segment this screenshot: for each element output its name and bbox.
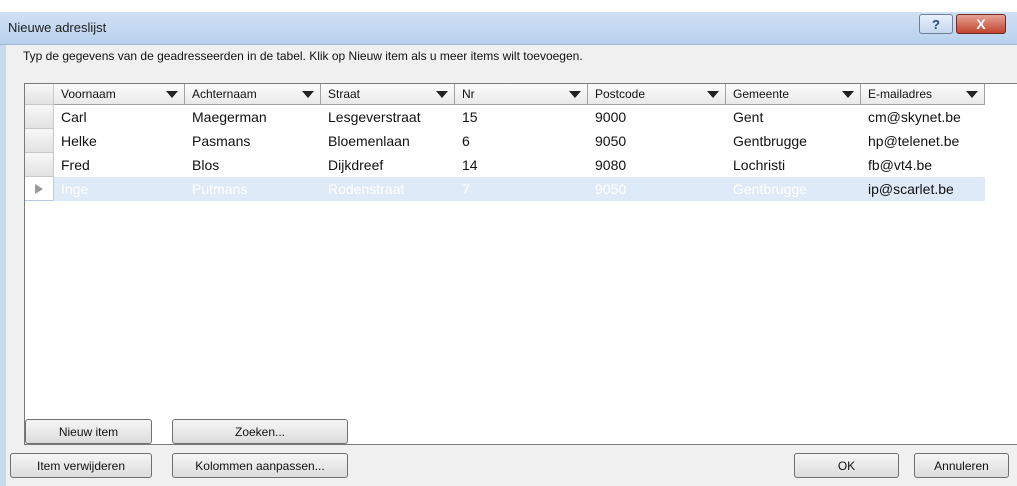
table-cell[interactable]: 9080 (588, 153, 726, 177)
delete-item-button[interactable]: Item verwijderen (10, 453, 152, 478)
find-button[interactable]: Zoeken... (172, 419, 348, 444)
column-header-voornaam[interactable]: Voornaam (54, 84, 185, 105)
table-cell[interactable]: Maegerman (185, 105, 321, 129)
window-title: Nieuwe adreslijst (8, 20, 107, 35)
customize-columns-button[interactable]: Kolommen aanpassen... (172, 453, 348, 478)
table-row[interactable]: Helke Pasmans Bloemenlaan 6 9050 Gentbru… (25, 129, 985, 153)
dropdown-arrow-icon[interactable] (436, 91, 448, 98)
table-cell[interactable]: cm@skynet.be (861, 105, 985, 129)
dialog-body: Typ de gegevens van de geadresseerden in… (0, 45, 1017, 486)
table-cell[interactable]: hp@telenet.be (861, 129, 985, 153)
current-row-icon (35, 183, 43, 194)
table-cell[interactable]: 15 (455, 105, 588, 129)
table-cell[interactable]: 9050 (588, 129, 726, 153)
table-cell[interactable]: Gentbrugge (726, 129, 861, 153)
column-header-straat[interactable]: Straat (321, 84, 455, 105)
row-selector[interactable] (25, 177, 54, 201)
table-cell[interactable]: 9000 (588, 105, 726, 129)
cancel-button[interactable]: Annuleren (914, 453, 1009, 478)
table-header: Voornaam Achternaam Straat Nr Postcode G… (25, 84, 985, 105)
title-bar: Nieuwe adreslijst ? X (0, 12, 1017, 45)
table-row-selected[interactable]: Inge Putmans Rodenstraat 7 9050 Gentbrug… (25, 177, 985, 201)
table-cell[interactable]: Putmans (185, 177, 321, 201)
row-selector[interactable] (25, 129, 54, 153)
dropdown-arrow-icon[interactable] (707, 91, 719, 98)
table-cell[interactable]: fb@vt4.be (861, 153, 985, 177)
dropdown-arrow-icon[interactable] (166, 91, 178, 98)
column-header-achternaam[interactable]: Achternaam (185, 84, 321, 105)
close-button[interactable]: X (956, 14, 1006, 34)
header-corner (25, 84, 54, 105)
table-cell[interactable]: ip@scarlet.be (861, 177, 985, 201)
row-selector[interactable] (25, 153, 54, 177)
table-row[interactable]: Carl Maegerman Lesgeverstraat 15 9000 Ge… (25, 105, 985, 129)
table-cell[interactable]: Rodenstraat (321, 177, 455, 201)
table-cell[interactable]: Blos (185, 153, 321, 177)
dropdown-arrow-icon[interactable] (966, 91, 978, 98)
dropdown-arrow-icon[interactable] (842, 91, 854, 98)
column-header-nr[interactable]: Nr (455, 84, 588, 105)
address-table[interactable]: Voornaam Achternaam Straat Nr Postcode G… (24, 83, 1017, 445)
help-icon: ? (932, 16, 940, 32)
column-header-gemeente[interactable]: Gemeente (726, 84, 861, 105)
help-button[interactable]: ? (919, 14, 953, 34)
table-cell[interactable]: 7 (455, 177, 588, 201)
table-cell[interactable]: 6 (455, 129, 588, 153)
column-header-emailadres[interactable]: E-mailadres (861, 84, 985, 105)
table-cell[interactable]: Pasmans (185, 129, 321, 153)
table-cell[interactable]: 9050 (588, 177, 726, 201)
ok-button[interactable]: OK (794, 453, 899, 478)
close-icon: X (976, 16, 986, 32)
dropdown-arrow-icon[interactable] (302, 91, 314, 98)
table-cell[interactable]: Dijkdreef (321, 153, 455, 177)
table-cell[interactable]: Lochristi (726, 153, 861, 177)
table-cell[interactable]: Inge (54, 177, 185, 201)
row-selector[interactable] (25, 105, 54, 129)
table-cell[interactable]: Gentbrugge (726, 177, 861, 201)
new-item-button[interactable]: Nieuw item (25, 419, 152, 444)
table-cell[interactable]: 14 (455, 153, 588, 177)
table-cell[interactable]: Fred (54, 153, 185, 177)
table-cell[interactable]: Gent (726, 105, 861, 129)
table-cell[interactable]: Carl (54, 105, 185, 129)
table-row[interactable]: Fred Blos Dijkdreef 14 9080 Lochristi fb… (25, 153, 985, 177)
table-cell[interactable]: Helke (54, 129, 185, 153)
instruction-text: Typ de gegevens van de geadresseerden in… (23, 49, 583, 63)
column-header-postcode[interactable]: Postcode (588, 84, 726, 105)
dialog-window: Nieuwe adreslijst ? X Typ de gegevens va… (0, 12, 1017, 486)
dropdown-arrow-icon[interactable] (569, 91, 581, 98)
table-cell[interactable]: Lesgeverstraat (321, 105, 455, 129)
table-cell[interactable]: Bloemenlaan (321, 129, 455, 153)
